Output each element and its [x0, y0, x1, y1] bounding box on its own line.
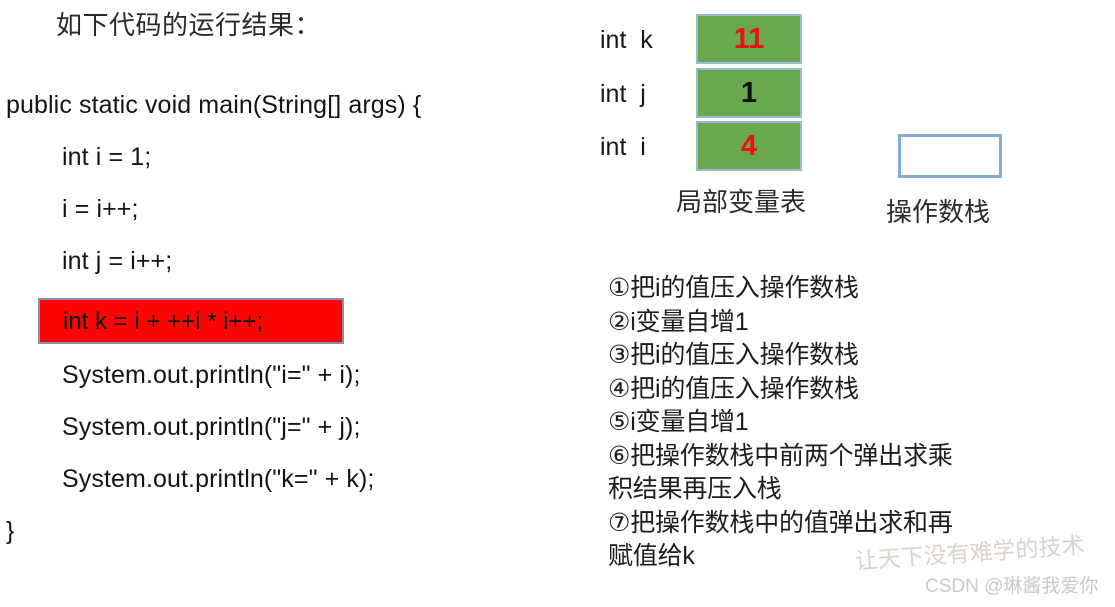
step-line-7: ⑦把操作数栈中的值弹出求和再 — [608, 508, 953, 537]
lvt-value-k: 11 — [733, 23, 765, 55]
step-line-6: ⑥把操作数栈中前两个弹出求乘 — [608, 441, 953, 470]
code-line-print-k: System.out.println("k=" + k); — [62, 465, 375, 493]
lvt-label-j: int j — [600, 80, 646, 108]
step-line-5: ⑤i变量自增1 — [608, 408, 749, 436]
local-variable-table-caption: 局部变量表 — [676, 187, 807, 217]
csdn-watermark: CSDN @琳酱我爱你 — [925, 576, 1099, 597]
code-line-method-signature: public static void main(String[] args) { — [6, 91, 422, 119]
code-line-closing-brace: } — [6, 517, 15, 545]
lvt-cell-k: 11 — [696, 14, 802, 64]
step-line-7-continued: 赋值给k — [608, 542, 695, 570]
highlighted-code-line: int k = i + ++i * i++; — [38, 298, 344, 344]
code-line-print-i: System.out.println("i=" + i); — [62, 361, 361, 389]
lvt-cell-i: 4 — [696, 121, 802, 171]
slide-canvas: 如下代码的运行结果： public static void main(Strin… — [0, 0, 1115, 607]
code-line-declare-i: int i = 1; — [62, 143, 152, 171]
lvt-label-k: int k — [600, 26, 653, 54]
lvt-value-j: 1 — [740, 77, 758, 109]
lvt-label-i: int i — [600, 133, 646, 161]
code-line-print-j: System.out.println("j=" + j); — [62, 413, 361, 441]
code-line-declare-j: int j = i++; — [62, 247, 173, 275]
step-line-6-continued: 积结果再压入栈 — [608, 475, 782, 503]
step-line-4: ④把i的值压入操作数栈 — [608, 374, 859, 403]
page-title: 如下代码的运行结果： — [56, 10, 322, 40]
step-line-2: ②i变量自增1 — [608, 307, 749, 336]
lvt-cell-j: 1 — [696, 68, 802, 118]
execution-steps-list: ①把i的值压入操作数栈 ②i变量自增1 ③把i的值压入操作数栈 ④把i的值压入操… — [608, 272, 1078, 574]
operand-stack-caption: 操作数栈 — [886, 197, 991, 227]
step-line-1: ①把i的值压入操作数栈 — [608, 274, 859, 302]
code-line-assign-i: i = i++; — [62, 195, 139, 223]
step-line-3: ③把i的值压入操作数栈 — [608, 341, 859, 369]
operand-stack-box — [898, 134, 1002, 178]
highlighted-code-text: int k = i + ++i * i++; — [63, 308, 264, 335]
lvt-value-i: 4 — [740, 130, 758, 162]
